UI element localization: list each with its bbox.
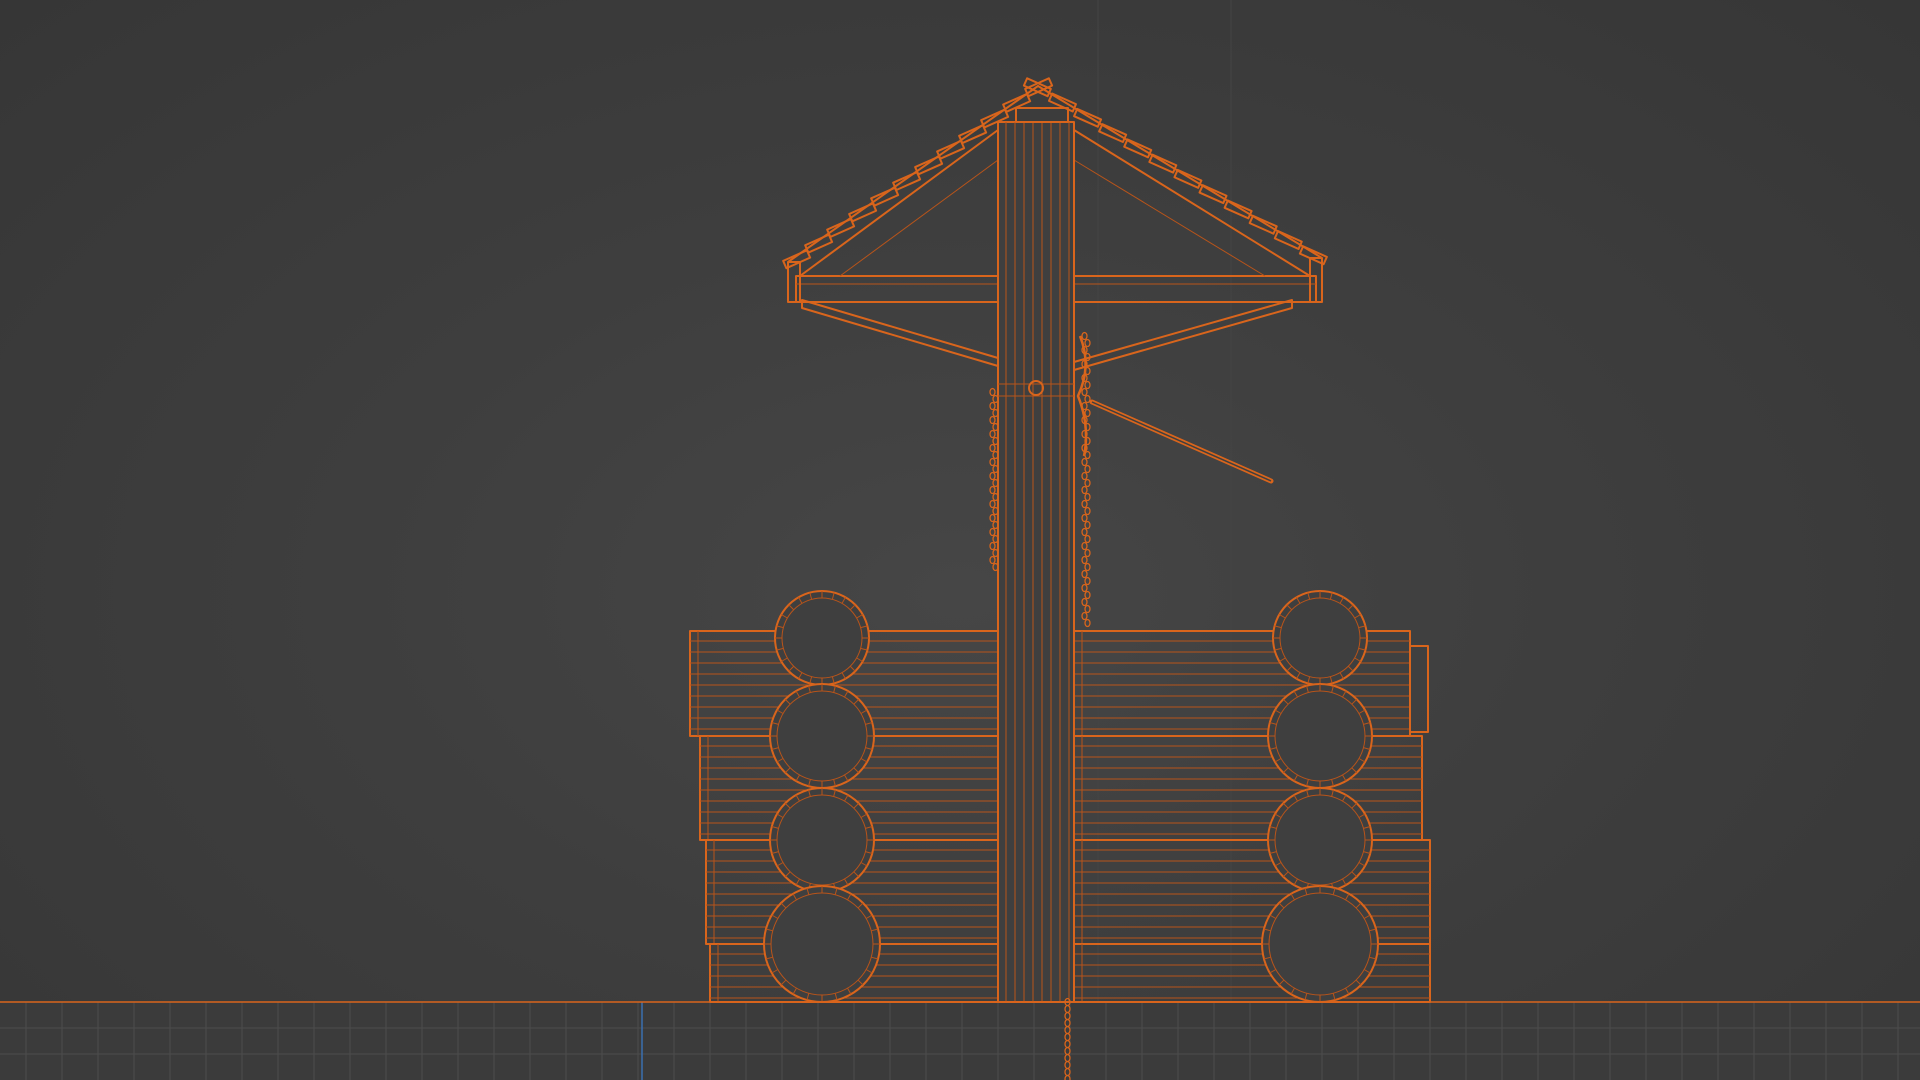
crossbeam-right: [1073, 275, 1317, 303]
chain-link: [1084, 604, 1091, 614]
chain-link: [1081, 471, 1088, 481]
chain-link: [989, 485, 996, 495]
chain-link: [989, 471, 996, 481]
chain-link: [1084, 618, 1091, 628]
roof-shingle: [1073, 107, 1103, 128]
roof-shingle: [892, 171, 922, 192]
roof-shingle: [826, 218, 856, 238]
roof-shingle: [870, 186, 900, 207]
chain-link: [989, 457, 996, 467]
roof-shingle: [936, 139, 966, 160]
chain-link: [1084, 548, 1091, 558]
chain-link: [1081, 331, 1088, 341]
roof-shingle: [1148, 153, 1178, 174]
roof-shingle: [848, 202, 878, 223]
chain-link: [989, 513, 996, 523]
roof-shingle: [958, 124, 988, 145]
chain-link: [1084, 464, 1091, 474]
chain-link: [989, 527, 996, 537]
brace-right: [1073, 299, 1293, 371]
chain-link: [1084, 380, 1091, 390]
chain-link: [1084, 506, 1091, 516]
roof-shingle: [1223, 199, 1253, 220]
crossbeam-left: [795, 275, 999, 303]
well-model[interactable]: [0, 77, 1920, 1080]
roof-shingle: [1198, 184, 1228, 205]
chain-link: [1084, 408, 1091, 418]
chain-link: [989, 429, 996, 439]
roof-shingle: [804, 233, 834, 254]
chain-link: [1084, 478, 1091, 488]
chain-link: [989, 415, 996, 425]
brace-left: [801, 299, 999, 367]
chain-link: [1081, 527, 1088, 537]
chain-link: [1081, 485, 1088, 495]
floor-grid: [0, 1002, 1920, 1080]
roof-shingle: [1098, 123, 1128, 144]
chain-link: [1081, 611, 1088, 621]
crank-handle-inner: [1091, 401, 1272, 482]
chain-link: [989, 555, 996, 565]
chain-link: [1081, 597, 1088, 607]
chain-link: [1084, 576, 1091, 586]
chain-link: [1084, 492, 1091, 502]
roof-shingle: [914, 155, 944, 176]
roof-shingle: [1173, 168, 1203, 189]
roof-eave: [787, 261, 801, 303]
chain-link: [1081, 569, 1088, 579]
chain-link: [1081, 387, 1088, 397]
chain-link: [1081, 499, 1088, 509]
chain-link: [989, 401, 996, 411]
chain-link: [989, 443, 996, 453]
chain-link: [1081, 457, 1088, 467]
roof-gable-left: [799, 129, 999, 277]
chain-link: [1084, 590, 1091, 600]
chain-link: [1084, 534, 1091, 544]
roof-shingle: [1248, 214, 1278, 235]
chain-link: [1084, 520, 1091, 530]
chain-link: [1084, 394, 1091, 404]
3d-viewport[interactable]: [0, 0, 1920, 1080]
post-cap: [1015, 107, 1069, 123]
roof-gable-right: [1073, 129, 1311, 277]
chain-link: [1081, 583, 1088, 593]
log-end: [1409, 645, 1429, 733]
floor-plane: [0, 1002, 1920, 1080]
roof-shingle: [1123, 138, 1153, 159]
chain-link: [989, 387, 996, 397]
chain-link: [1084, 562, 1091, 572]
chain-link: [1081, 541, 1088, 551]
roof-shingle: [1273, 230, 1303, 250]
wireframe-scene[interactable]: [0, 0, 1920, 1080]
chain-link: [989, 499, 996, 509]
chain-link: [1081, 513, 1088, 523]
wire-edge: [1073, 159, 1266, 277]
post: [997, 121, 1075, 1003]
chain-link: [1081, 555, 1088, 565]
chain-link: [989, 541, 996, 551]
chain-link: [1084, 338, 1091, 348]
